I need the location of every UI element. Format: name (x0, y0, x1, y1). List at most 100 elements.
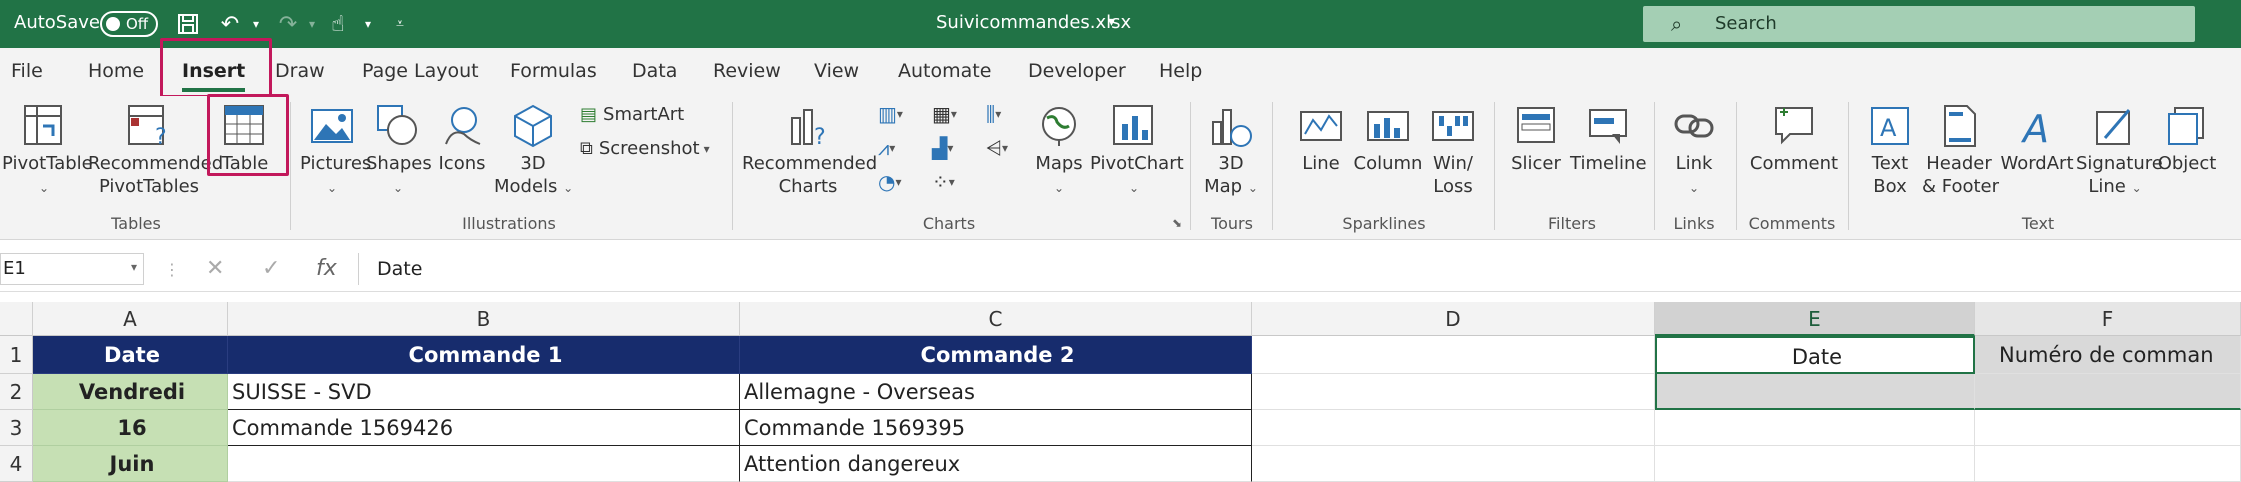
cell-e1[interactable]: Date (1655, 336, 1975, 374)
smartart-button[interactable]: ▤ SmartArt (580, 104, 684, 125)
cell-c2[interactable]: Allemagne - Overseas (740, 374, 1252, 410)
cell-d2[interactable] (1252, 374, 1655, 410)
enter-icon[interactable]: ✓ (262, 256, 280, 281)
maps-button[interactable]: Maps ⌄ (1032, 104, 1086, 200)
tab-file[interactable]: File (11, 60, 43, 82)
tab-page-layout[interactable]: Page Layout (362, 60, 479, 82)
cell-e4[interactable] (1655, 446, 1975, 482)
cell-f2[interactable] (1975, 374, 2241, 410)
row-header-4[interactable]: 4 (0, 446, 33, 482)
column-header-f[interactable]: F (1975, 302, 2241, 336)
select-all-corner[interactable] (0, 302, 33, 336)
3d-map-button[interactable]: 3D Map ⌄ (1198, 104, 1264, 200)
tab-draw[interactable]: Draw (275, 60, 325, 82)
cell-d1[interactable] (1252, 336, 1655, 374)
search-box[interactable]: ⌕ Search (1643, 6, 2195, 42)
cell-b4[interactable] (228, 446, 740, 482)
pivottable-button[interactable]: PivotTable ⌄ (2, 104, 93, 200)
cell-d3[interactable] (1252, 410, 1655, 446)
tab-formulas[interactable]: Formulas (510, 60, 597, 82)
3d-models-button[interactable]: 3D Models ⌄ (494, 104, 573, 200)
row-header-2[interactable]: 2 (0, 374, 33, 410)
tab-developer[interactable]: Developer (1028, 60, 1126, 82)
shapes-button[interactable]: Shapes ⌄ (366, 104, 432, 200)
cancel-icon[interactable]: ✕ (206, 256, 224, 281)
map3d-label-2: Map (1204, 176, 1243, 197)
undo-dropdown-icon[interactable]: ▾ (240, 8, 272, 40)
link-button[interactable]: Link ⌄ (1664, 104, 1724, 200)
slicer-button[interactable]: Slicer (1504, 104, 1568, 175)
recommended-pivottables-button[interactable]: ? Recommended PivotTables (88, 104, 223, 198)
touch-mode-icon[interactable]: ☝ (322, 8, 354, 40)
recommended-charts-button[interactable]: ? Recommended Charts (742, 104, 877, 198)
column-header-d[interactable]: D (1252, 302, 1655, 336)
text-box-button[interactable]: A Text Box (1858, 104, 1922, 198)
object-label: Object (2157, 153, 2217, 174)
pictures-button[interactable]: Pictures ⌄ (300, 104, 371, 200)
column-header-a[interactable]: A (33, 302, 228, 336)
column-chart-button[interactable]: ▥ ▾ (878, 102, 903, 126)
cell-e2[interactable] (1655, 374, 1975, 410)
screenshot-button[interactable]: ⧉ Screenshot ▾ (580, 138, 710, 159)
column-header-b[interactable]: B (228, 302, 740, 336)
combo-chart-button[interactable]: ⩤ ▾ (986, 136, 1008, 160)
insert-function-icon[interactable]: fx (316, 256, 337, 281)
cell-b1[interactable]: Commande 1 (228, 336, 740, 374)
separator (1190, 102, 1191, 230)
column-header-e[interactable]: E (1655, 302, 1975, 336)
customize-toolbar-icon[interactable]: ⩡ (384, 8, 416, 40)
pie-chart-button[interactable]: ◔ ▾ (878, 170, 901, 194)
cell-c4[interactable]: Attention dangereux (740, 446, 1252, 482)
tab-view[interactable]: View (814, 60, 859, 82)
tab-automate[interactable]: Automate (898, 60, 991, 82)
column-header-c[interactable]: C (740, 302, 1252, 336)
textbox-label-1: Text (1871, 153, 1909, 174)
sparkline-line-button[interactable]: Line (1290, 104, 1352, 175)
sparkline-winloss-button[interactable]: Win/Loss (1424, 104, 1482, 198)
cell-a3[interactable]: 16 (33, 410, 228, 446)
tab-help[interactable]: Help (1159, 60, 1202, 82)
comment-button[interactable]: Comment (1746, 104, 1842, 175)
touch-dropdown-icon[interactable]: ▾ (352, 8, 384, 40)
cell-c3[interactable]: Commande 1569395 (740, 410, 1252, 446)
tab-home[interactable]: Home (88, 60, 144, 82)
timeline-button[interactable]: Timeline (1570, 104, 1647, 175)
object-button[interactable]: Object (2154, 104, 2220, 175)
signature-line-button[interactable]: Signature Line ⌄ (2076, 104, 2163, 200)
row-header-1[interactable]: 1 (0, 336, 33, 374)
cell-f4[interactable] (1975, 446, 2241, 482)
cell-a2[interactable]: Vendredi (33, 374, 228, 410)
pivotchart-button[interactable]: PivotChart ⌄ (1090, 104, 1184, 200)
cell-b3[interactable]: Commande 1569426 (228, 410, 740, 446)
group-filters-label: Filters (1548, 214, 1596, 233)
cell-b2[interactable]: SUISSE - SVD (228, 374, 740, 410)
cell-c1[interactable]: Commande 2 (740, 336, 1252, 374)
statistic-chart-button[interactable]: ⫼ ▾ (986, 102, 1001, 126)
formula-bar-grip-icon[interactable]: ⋮ (164, 260, 180, 279)
hierarchy-chart-button[interactable]: ▦ ▾ (932, 102, 957, 126)
name-box-dropdown-icon[interactable]: ▾ (131, 260, 137, 274)
cell-f3[interactable] (1975, 410, 2241, 446)
icons-button[interactable]: Icons (432, 104, 492, 175)
save-icon[interactable] (172, 8, 204, 40)
filename-chevron-icon[interactable]: ▾ (1108, 14, 1115, 30)
scatter-chart-button[interactable]: ⁘ ▾ (932, 170, 955, 194)
header-footer-button[interactable]: Header & Footer (1922, 104, 1999, 198)
name-box[interactable]: E1 ▾ (0, 253, 144, 285)
sparkline-column-button[interactable]: Column (1352, 104, 1424, 175)
autosave-toggle[interactable]: Off (100, 11, 158, 37)
tab-data[interactable]: Data (632, 60, 677, 82)
waterfall-chart-button[interactable]: ▟ ▾ (932, 136, 953, 160)
cell-a4[interactable]: Juin (33, 446, 228, 482)
cell-d4[interactable] (1252, 446, 1655, 482)
charts-dialog-launcher-icon[interactable]: ⬊ (1172, 216, 1182, 230)
cell-f1[interactable]: Numéro de comman (1975, 336, 2241, 374)
row-header-3[interactable]: 3 (0, 410, 33, 446)
line-chart-button[interactable]: ⩘ ▾ (878, 136, 895, 160)
wordart-button[interactable]: A WordArt (1998, 104, 2076, 175)
tab-review[interactable]: Review (713, 60, 781, 82)
cell-e3[interactable] (1655, 410, 1975, 446)
file-title[interactable]: Suivicommandes.xlsx (936, 12, 1131, 33)
cell-a1[interactable]: Date (33, 336, 228, 374)
formula-input[interactable]: Date (358, 253, 2241, 285)
